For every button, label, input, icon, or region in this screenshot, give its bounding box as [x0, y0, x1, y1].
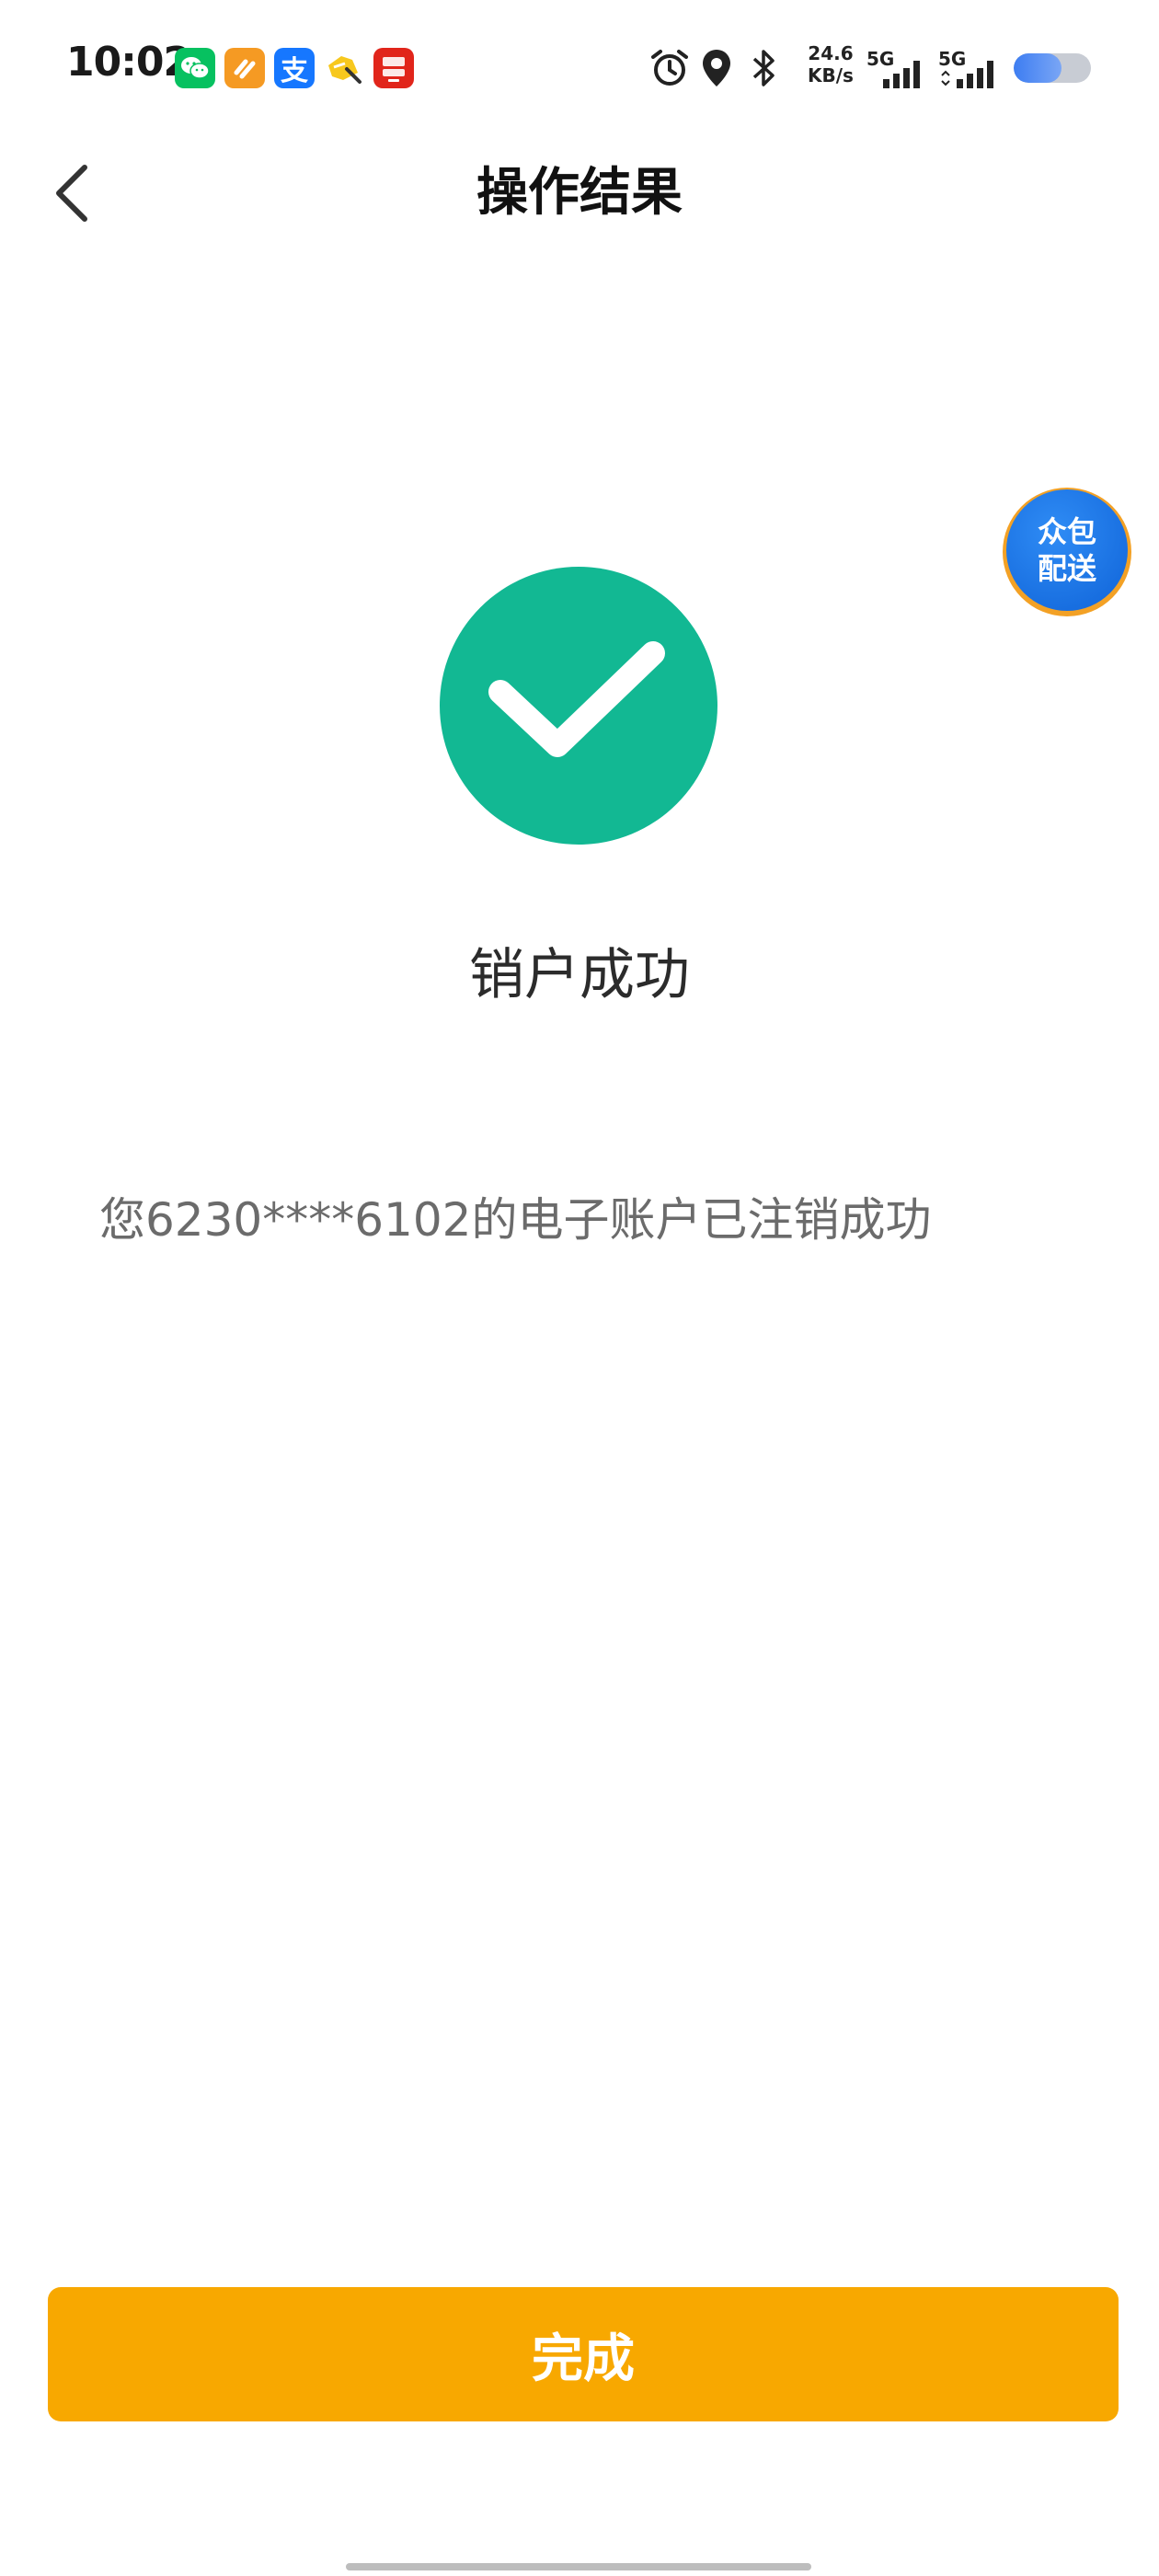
signal-2-icon: 5G: [938, 48, 1003, 90]
orange-app-icon: [224, 48, 265, 88]
nav-bar: 操作结果: [0, 138, 1159, 248]
network-speed: 24.6 KB/s: [808, 42, 854, 86]
status-bar: 10:02 支 24.6 KB/s 5G 5G: [0, 0, 1159, 138]
wechat-icon: [175, 48, 215, 88]
badge-line-1: 众包: [1037, 514, 1096, 549]
badge-line-2: 配送: [1037, 551, 1096, 586]
alarm-icon: [649, 48, 690, 92]
location-icon: [701, 48, 732, 92]
result-message: 您6230****6102的电子账户已注销成功: [99, 1193, 932, 1247]
battery-icon: [1014, 53, 1091, 83]
page-title: 操作结果: [476, 163, 683, 223]
crowdsource-delivery-badge[interactable]: 众包 配送: [1003, 488, 1131, 616]
status-time: 10:02: [66, 39, 191, 86]
crowdsource-delivery-badge-face: 众包 配送: [1006, 489, 1128, 611]
home-indicator[interactable]: [346, 2563, 811, 2570]
done-button[interactable]: 完成: [48, 2287, 1119, 2421]
battery-level: [1014, 53, 1062, 83]
success-check-icon: [440, 567, 717, 845]
jd-seckill-icon: [373, 48, 414, 88]
result-title: 销户成功: [469, 943, 690, 1007]
bluetooth-icon: [749, 48, 780, 92]
signal-1-icon: 5G: [866, 48, 927, 90]
alipay-icon: 支: [274, 48, 315, 88]
pencil-app-icon: [324, 48, 364, 88]
